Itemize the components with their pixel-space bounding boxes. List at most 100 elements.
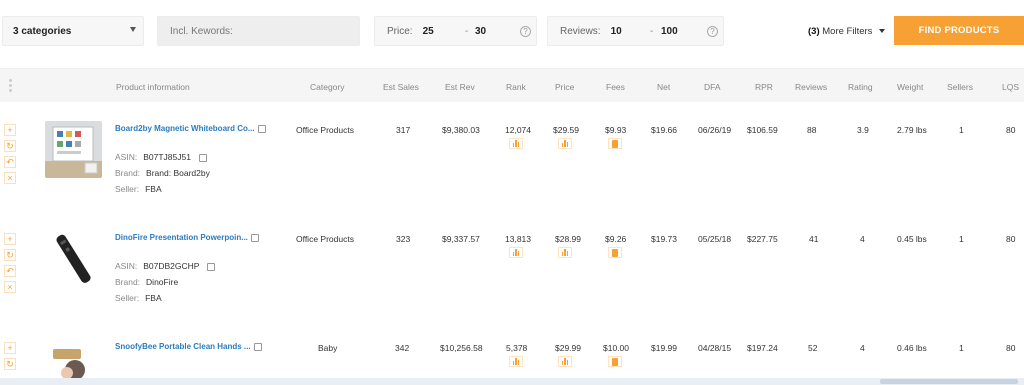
reviews-max-input[interactable]: 100	[661, 26, 678, 37]
product-image-whiteboard[interactable]	[45, 121, 102, 178]
calculator-icon[interactable]	[608, 138, 622, 149]
add-icon[interactable]: +	[4, 342, 16, 354]
cell-price: $29.59	[553, 125, 579, 135]
col-rank[interactable]: Rank	[506, 82, 526, 92]
cell-rpr: $197.24	[747, 343, 778, 353]
cell-lqs: 80	[1006, 343, 1016, 353]
cell-dfa: 05/25/18	[698, 234, 732, 244]
price-min-input[interactable]: 25	[423, 26, 434, 37]
price-chart-icon[interactable]	[558, 356, 572, 367]
col-dfa[interactable]: DFA	[704, 82, 721, 92]
col-est-sales[interactable]: Est Sales	[383, 82, 419, 92]
product-title-link[interactable]: Board2by Magnetic Whiteboard Co...	[115, 124, 266, 133]
rank-chart-icon[interactable]	[509, 138, 523, 149]
cell-category: Office Products	[296, 234, 354, 244]
col-est-rev[interactable]: Est Rev	[445, 82, 475, 92]
rank-chart-icon[interactable]	[509, 356, 523, 367]
cell-sellers: 1	[959, 343, 964, 353]
cell-est-rev: $10,256.58	[440, 343, 483, 353]
calculator-icon[interactable]	[608, 247, 622, 258]
price-filter: Price: 25 - 30 ?	[374, 16, 537, 46]
col-category[interactable]: Category	[310, 82, 345, 92]
cell-price: $28.99	[555, 234, 581, 244]
col-product-information[interactable]: Product information	[116, 82, 190, 92]
product-title: Board2by Magnetic Whiteboard Co...	[115, 124, 255, 133]
col-weight[interactable]: Weight	[897, 82, 923, 92]
more-filters-label: More Filters	[822, 26, 873, 37]
product-title-link[interactable]: SnoofyBee Portable Clean Hands ...	[115, 342, 262, 351]
add-icon[interactable]: +	[4, 124, 16, 136]
find-products-button[interactable]: FIND PRODUCTS	[894, 16, 1024, 45]
col-reviews[interactable]: Reviews	[795, 82, 827, 92]
drag-handle-icon[interactable]	[9, 79, 13, 93]
table-header: Product information Category Est Sales E…	[0, 68, 1024, 102]
cell-rank: 12,074	[505, 125, 531, 135]
copy-icon[interactable]	[250, 233, 259, 242]
brand-label: Brand:	[115, 168, 141, 178]
col-fees[interactable]: Fees	[606, 82, 625, 92]
copy-icon[interactable]	[253, 342, 262, 351]
undo-icon[interactable]: ↶	[4, 265, 16, 277]
add-icon[interactable]: +	[4, 233, 16, 245]
col-price[interactable]: Price	[555, 82, 574, 92]
cell-price: $29.99	[555, 343, 581, 353]
remove-icon[interactable]: ×	[4, 281, 16, 293]
help-icon[interactable]: ?	[707, 26, 718, 37]
price-max-input[interactable]: 30	[475, 26, 486, 37]
cell-weight: 2.79 lbs	[897, 125, 927, 135]
keywords-placeholder: Incl. Kewords:	[170, 25, 233, 37]
cell-weight: 0.45 lbs	[897, 234, 927, 244]
copy-icon[interactable]	[207, 262, 216, 271]
cell-est-sales: 323	[396, 234, 411, 244]
reviews-label: Reviews:	[560, 25, 601, 37]
horizontal-scrollbar[interactable]	[0, 378, 1024, 385]
cell-lqs: 80	[1006, 234, 1016, 244]
copy-icon[interactable]	[198, 153, 207, 162]
seller-value: FBA	[145, 184, 162, 194]
product-title: SnoofyBee Portable Clean Hands ...	[115, 342, 251, 351]
row-actions: + ↻ ↶ ×	[4, 233, 16, 297]
category-select[interactable]: 3 categories	[2, 16, 144, 46]
col-sellers[interactable]: Sellers	[947, 82, 973, 92]
more-filters-dropdown[interactable]: (3) More Filters	[808, 26, 886, 37]
col-rating[interactable]: Rating	[848, 82, 873, 92]
cell-dfa: 06/26/19	[698, 125, 732, 135]
seller-value: FBA	[145, 293, 162, 303]
price-chart-icon[interactable]	[558, 138, 572, 149]
reviews-min-input[interactable]: 10	[611, 26, 622, 37]
asin-label: ASIN:	[115, 152, 138, 162]
cell-rating: 4	[860, 234, 865, 244]
row-actions: + ↻	[4, 342, 16, 374]
seller-label: Seller:	[115, 293, 140, 303]
col-rpr[interactable]: RPR	[755, 82, 773, 92]
cell-est-rev: $9,380.03	[442, 125, 480, 135]
product-asin: ASIN: B07TJ85J51	[115, 152, 207, 162]
cell-reviews: 88	[807, 125, 817, 135]
caret-down-icon	[879, 29, 886, 34]
product-image-baby[interactable]	[45, 345, 102, 378]
calculator-icon[interactable]	[608, 356, 622, 367]
cell-dfa: 04/28/15	[698, 343, 732, 353]
cell-net: $19.66	[651, 125, 677, 135]
rank-chart-icon[interactable]	[509, 247, 523, 258]
undo-icon[interactable]: ↶	[4, 156, 16, 168]
product-seller: Seller: FBA	[115, 184, 162, 194]
brand-value: Brand: Board2by	[146, 168, 210, 178]
asin-label: ASIN:	[115, 261, 138, 271]
remove-icon[interactable]: ×	[4, 172, 16, 184]
keywords-input[interactable]: Incl. Kewords:	[157, 16, 360, 46]
refresh-icon[interactable]: ↻	[4, 140, 16, 152]
cell-reviews: 41	[809, 234, 819, 244]
cell-reviews: 52	[808, 343, 818, 353]
col-net[interactable]: Net	[657, 82, 670, 92]
asin-value: B07DB2GCHP	[143, 261, 200, 271]
refresh-icon[interactable]: ↻	[4, 358, 16, 370]
copy-icon[interactable]	[257, 124, 266, 133]
product-image-presenter[interactable]	[45, 230, 102, 287]
price-chart-icon[interactable]	[558, 247, 572, 258]
product-title-link[interactable]: DinoFire Presentation Powerpoin...	[115, 233, 259, 242]
col-lqs[interactable]: LQS	[1002, 82, 1019, 92]
help-icon[interactable]: ?	[520, 26, 531, 37]
refresh-icon[interactable]: ↻	[4, 249, 16, 261]
scrollbar-thumb[interactable]	[880, 379, 1018, 384]
